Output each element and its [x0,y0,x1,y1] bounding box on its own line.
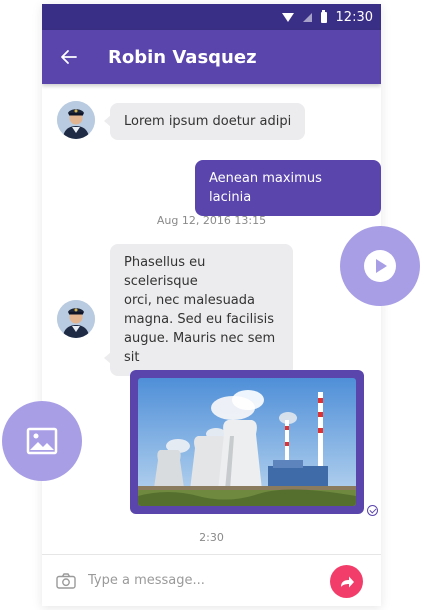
battery-icon [320,9,327,23]
back-button[interactable] [42,30,96,84]
status-icons: 12:30 [281,4,373,30]
incoming-message[interactable]: Lorem ipsum doetur adipi [103,103,306,140]
camera-button[interactable] [44,555,88,607]
message-list[interactable]: Lorem ipsum doetur adipi Aenean maximus … [42,84,381,554]
message-line: orci, nec malesuada [124,293,255,308]
image-message[interactable] [130,370,364,514]
play-icon [364,250,396,282]
message-text: Aenean maximus lacinia [209,171,322,205]
camera-icon [56,572,76,589]
incoming-message[interactable]: Phasellus eu scelerisque orci, nec males… [104,244,293,376]
message-line: Phasellus eu scelerisque [124,255,206,289]
message-text: Lorem ipsum doetur adipi [124,114,292,129]
wifi-icon [281,12,294,22]
avatar[interactable] [57,300,95,338]
stage: 12:30 Robin Vasquez Lorem ipsum doetur a… [0,0,424,610]
image-icon [26,427,58,455]
image-button[interactable] [2,401,82,481]
power-plant-image[interactable] [138,378,356,506]
arrow-left-icon [61,50,77,64]
message-timestamp: Aug 12, 2016 13:15 [156,214,267,227]
play-button[interactable] [340,226,420,306]
send-button[interactable] [330,565,363,598]
avatar[interactable] [57,101,95,139]
app-bar: Robin Vasquez [42,30,381,84]
contact-name: Robin Vasquez [108,46,257,68]
outgoing-message[interactable]: Aenean maximus lacinia [195,160,381,216]
status-time: 12:30 [335,9,373,25]
message-timestamp: 2:30 [199,531,224,544]
check-circle-icon [367,505,378,516]
message-line: magna. Sed eu facilisis [124,312,275,327]
status-bar: 12:30 [42,4,381,30]
message-line: augue. Mauris nec sem sit [124,331,276,365]
message-composer [42,554,381,606]
cell-signal-icon [302,12,312,22]
message-input[interactable] [88,565,318,596]
send-icon [340,576,354,587]
phone-screen: 12:30 Robin Vasquez Lorem ipsum doetur a… [42,4,381,606]
